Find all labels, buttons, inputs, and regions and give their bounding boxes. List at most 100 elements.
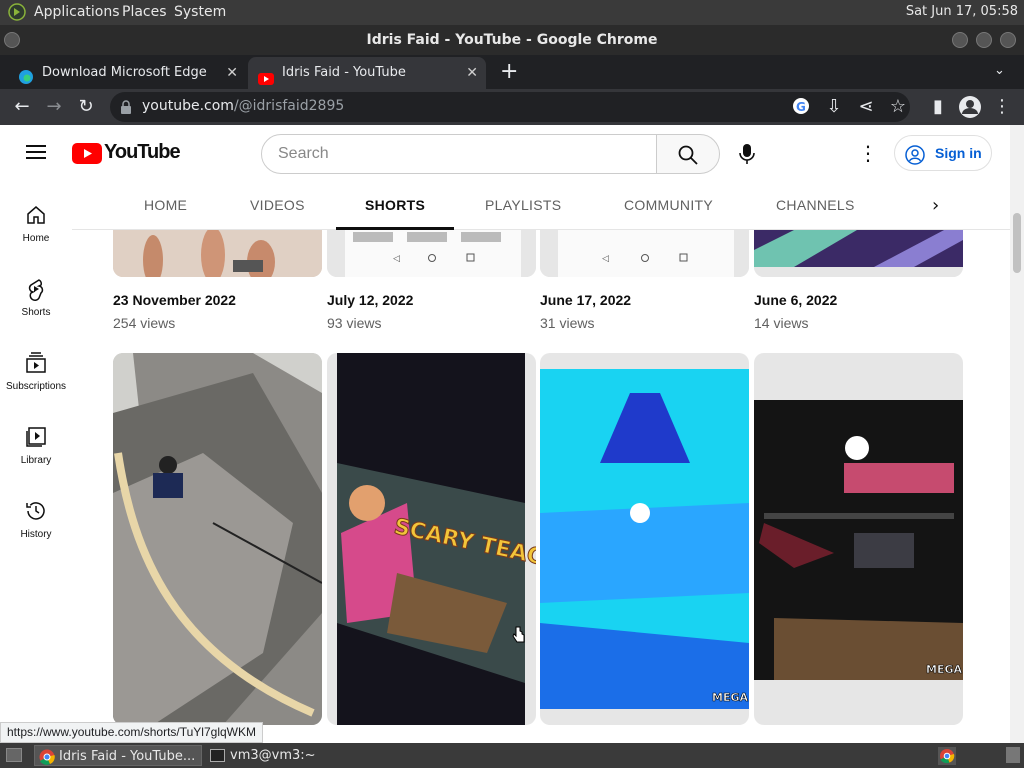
youtube-logo-icon[interactable]: [72, 143, 102, 164]
show-desktop-icon[interactable]: [6, 748, 22, 762]
library-icon: [24, 425, 48, 449]
search-button[interactable]: [656, 134, 720, 174]
shorts-grid: ◁ ◁ 23 November 2022 254 views July 12, …: [72, 230, 1010, 743]
svg-text:◁: ◁: [602, 254, 609, 264]
guide-label: History: [20, 529, 52, 540]
close-tab-icon[interactable]: ✕: [466, 57, 478, 89]
short-date: 23 November 2022: [113, 292, 236, 308]
settings-more-icon[interactable]: ⋮: [858, 141, 878, 165]
tab-strip: Download Microsoft Edge ✕ Idris Faid - Y…: [0, 55, 1024, 89]
tab-playlists[interactable]: PLAYLISTS: [485, 197, 561, 213]
youtube-logo-text[interactable]: YouTube: [104, 141, 181, 164]
svg-text:G: G: [796, 100, 806, 114]
hand-cursor-icon: [512, 626, 526, 648]
guide-item-shorts[interactable]: Shorts: [0, 277, 72, 318]
home-icon: [24, 203, 48, 227]
forward-icon[interactable]: →: [42, 95, 66, 119]
channel-tabs: HOME VIDEOS SHORTS PLAYLISTS COMMUNITY C…: [72, 183, 1010, 230]
tab-search-chevron-icon[interactable]: ⌄: [994, 63, 1005, 78]
workspace-switcher-icon[interactable]: [1006, 747, 1020, 763]
subscriptions-icon: [24, 351, 48, 375]
tab-edge[interactable]: Download Microsoft Edge ✕: [8, 57, 246, 89]
svg-text:◁: ◁: [393, 254, 400, 264]
short-thumbnail[interactable]: [113, 230, 322, 277]
browser-toolbar: ← → ↻ youtube.com/@idrisfaid2895 G ⇩ ⋖ ☆…: [0, 89, 1024, 125]
url-text[interactable]: youtube.com/@idrisfaid2895: [142, 98, 344, 114]
gnome-foot-icon[interactable]: [8, 3, 26, 21]
page-scrollbar[interactable]: [1010, 125, 1024, 743]
edge-icon: [18, 66, 34, 84]
menu-applications[interactable]: Applications: [34, 4, 120, 20]
microphone-icon[interactable]: [738, 143, 756, 169]
close-tab-icon[interactable]: ✕: [226, 57, 238, 89]
sign-in-label: Sign in: [935, 145, 982, 161]
side-panel-icon[interactable]: ▮: [926, 95, 950, 119]
taskbar-item-chrome[interactable]: Idris Faid - YouTube...: [34, 745, 202, 766]
watermark-text: MEGA PHOTO: [712, 691, 749, 704]
maximize-icon[interactable]: [976, 32, 992, 48]
short-thumbnail[interactable]: MEGA PHOTO: [754, 353, 963, 725]
short-thumbnail[interactable]: MEGA PHOTO: [540, 353, 749, 725]
short-date: July 12, 2022: [327, 292, 414, 308]
back-icon[interactable]: ←: [10, 95, 34, 119]
short-views: 93 views: [327, 315, 382, 331]
reload-icon[interactable]: ↻: [74, 95, 98, 119]
guide-item-subscriptions[interactable]: Subscriptions: [0, 351, 72, 392]
short-views: 14 views: [754, 315, 809, 331]
share-icon[interactable]: ⋖: [854, 95, 878, 119]
taskbar-label: vm3@vm3:~: [230, 748, 316, 763]
short-date: June 17, 2022: [540, 292, 632, 308]
close-window-icon[interactable]: [1000, 32, 1016, 48]
tab-home[interactable]: HOME: [144, 197, 187, 213]
tab-title: Download Microsoft Edge: [42, 65, 207, 80]
watermark-text: MEGA PHOTO: [926, 663, 963, 676]
window-menu-icon[interactable]: [4, 32, 20, 48]
shorts-icon: [24, 277, 48, 301]
tab-shorts[interactable]: SHORTS: [365, 197, 425, 213]
tab-title: Idris Faid - YouTube: [282, 65, 406, 80]
search-input[interactable]: Search: [261, 134, 657, 174]
minimize-icon[interactable]: [952, 32, 968, 48]
tab-videos[interactable]: VIDEOS: [250, 197, 305, 213]
account-icon: [905, 143, 925, 177]
install-icon[interactable]: ⇩: [822, 95, 846, 119]
sign-in-button[interactable]: Sign in: [894, 135, 992, 171]
tab-channels[interactable]: CHANNELS: [776, 197, 855, 213]
scrollbar-thumb[interactable]: [1013, 213, 1021, 273]
history-icon: [24, 499, 48, 523]
google-lens-icon[interactable]: G: [792, 97, 810, 115]
profile-avatar-icon[interactable]: [958, 95, 982, 119]
new-tab-icon[interactable]: +: [500, 59, 518, 84]
short-thumbnail[interactable]: [754, 230, 963, 277]
guide-label: Shorts: [21, 307, 51, 318]
window-title: Idris Faid - YouTube - Google Chrome: [366, 32, 658, 48]
short-date: June 6, 2022: [754, 292, 838, 308]
short-thumbnail[interactable]: ◁: [540, 230, 749, 277]
short-thumbnail[interactable]: [113, 353, 322, 725]
status-url-bubble: https://www.youtube.com/shorts/TuYl7glqW…: [0, 722, 263, 743]
tray-chrome-icon[interactable]: [938, 747, 956, 769]
lock-icon[interactable]: [120, 99, 132, 114]
menu-places[interactable]: Places: [122, 4, 167, 20]
window-titlebar[interactable]: Idris Faid - YouTube - Google Chrome: [0, 25, 1024, 55]
short-thumbnail[interactable]: ◁: [327, 230, 536, 277]
youtube-icon: [258, 66, 274, 85]
guide-item-history[interactable]: History: [0, 499, 72, 540]
address-bar[interactable]: youtube.com/@idrisfaid2895 G ⇩ ⋖ ☆: [110, 92, 910, 122]
guide-label: Library: [20, 455, 52, 466]
clock[interactable]: Sat Jun 17, 05:58: [906, 4, 1018, 19]
chrome-menu-icon[interactable]: ⋮: [990, 95, 1014, 119]
short-thumbnail[interactable]: SCARY TEACHER 3D: [327, 353, 536, 725]
chevron-right-icon[interactable]: ›: [932, 195, 939, 216]
bookmark-star-icon[interactable]: ☆: [886, 95, 910, 119]
youtube-header: YouTube Search ⋮ Sign in: [0, 125, 1010, 183]
bottom-panel: Idris Faid - YouTube... vm3@vm3:~: [0, 743, 1024, 768]
tab-youtube[interactable]: Idris Faid - YouTube ✕: [248, 57, 486, 89]
guide-item-library[interactable]: Library: [0, 425, 72, 466]
guide-item-home[interactable]: Home: [0, 203, 72, 244]
tab-community[interactable]: COMMUNITY: [624, 197, 713, 213]
menu-system[interactable]: System: [174, 4, 226, 20]
hamburger-menu-icon[interactable]: [26, 144, 46, 160]
taskbar-item-terminal[interactable]: vm3@vm3:~: [206, 745, 326, 766]
search-icon: [678, 145, 698, 169]
